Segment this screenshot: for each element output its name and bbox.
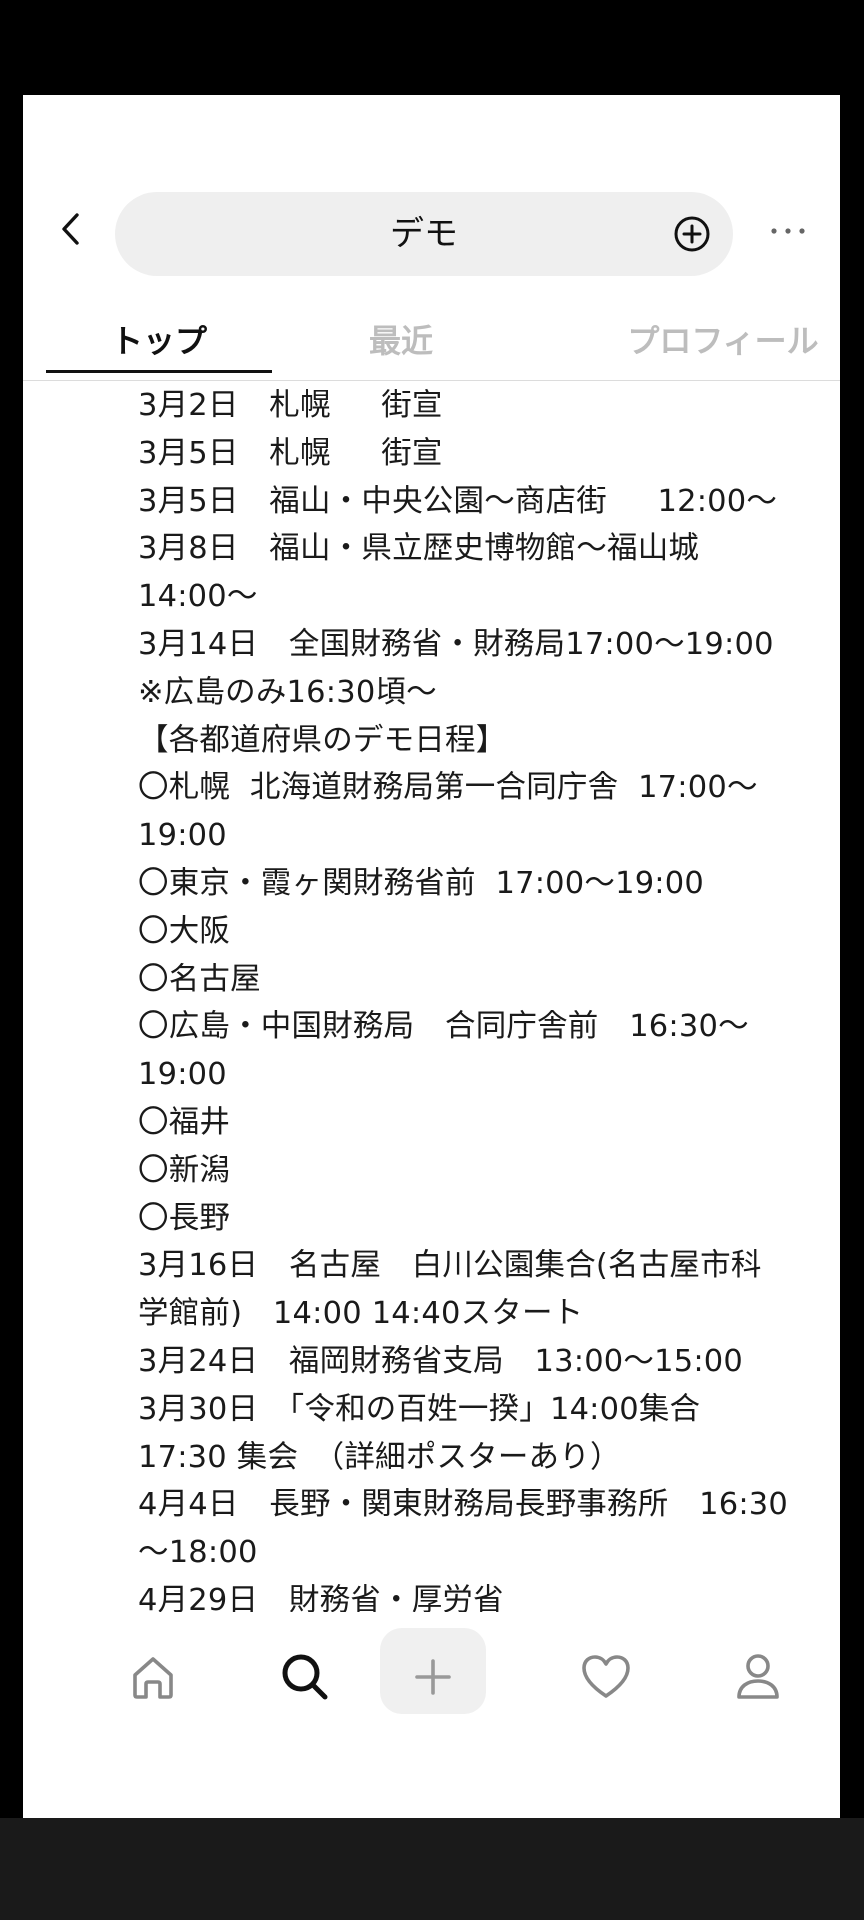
tab-recent[interactable]: 最近 — [296, 311, 506, 371]
home-icon — [133, 1657, 173, 1699]
post-line: 4月4日 長野・関東財務局長野事務所 16:30 — [138, 1487, 789, 1523]
system-nav-area — [0, 1818, 864, 1920]
post-line: 19:00 — [138, 818, 227, 854]
post-body: 3月2日 札幌 街宣 3月5日 札幌 街宣 3月5日 福山・中央公園〜商店街 1… — [138, 382, 838, 1612]
app-screen: デモ トップ 最近 プロフィール 3月2日 札幌 街宣 3月5日 札幌 街宣 3… — [23, 95, 840, 1818]
search-icon — [282, 1654, 328, 1700]
post-line: 3月14日 全国財務省・財務局17:00〜19:00 — [138, 626, 774, 662]
person-icon — [737, 1654, 779, 1699]
post-line: 〇新潟 — [138, 1152, 231, 1188]
post-line: 17:30 集会 （詳細ポスターあり） — [138, 1439, 621, 1475]
add-button[interactable] — [671, 213, 713, 255]
post-line: 3月5日 福山・中央公園〜商店街 12:00〜 — [138, 483, 778, 519]
heart-icon — [582, 1655, 630, 1698]
tabs-divider — [23, 380, 840, 381]
post-line: 3月5日 札幌 街宣 — [138, 435, 443, 471]
post-line: 19:00 — [138, 1057, 227, 1093]
back-button[interactable] — [49, 207, 93, 251]
post-line: 3月16日 名古屋 白川公園集合(名古屋市科 — [138, 1248, 762, 1284]
search-bar[interactable]: デモ — [115, 192, 733, 276]
plus-circle-icon — [674, 216, 710, 252]
post-line: 〇長野 — [138, 1200, 231, 1236]
nav-profile-button[interactable] — [713, 1632, 803, 1722]
nav-home[interactable] — [23, 1632, 113, 1722]
post-line: 【各都道府県のデモ日程】 — [138, 722, 507, 758]
post-line: ※広島のみ16:30頃〜 — [138, 674, 437, 710]
post-line: 〇広島・中国財務局 合同庁舎前 16:30〜 — [138, 1009, 749, 1045]
search-query: デモ — [390, 214, 458, 254]
post-line: 〇札幌 北海道財務局第一合同庁舎 17:00〜 — [138, 770, 758, 806]
post-line: 〜18:00 — [138, 1535, 258, 1571]
post-line: 14:00〜 — [138, 579, 258, 615]
chevron-left-icon — [62, 213, 79, 245]
more-horizontal-icon — [771, 228, 805, 234]
nav-create-icon-wrap[interactable] — [388, 1632, 478, 1722]
nav-search-button[interactable] — [260, 1632, 350, 1722]
post-line: 4月29日 財務省・厚労省 — [138, 1582, 504, 1612]
tab-bar: トップ 最近 プロフィール — [46, 311, 840, 373]
post-line: 3月8日 福山・県立歴史博物館〜福山城 — [138, 531, 700, 567]
plus-icon — [415, 1659, 451, 1695]
post-line: 学館前) 14:00 14:40スタート — [138, 1296, 584, 1332]
post-line: 〇名古屋 — [138, 961, 261, 997]
post-line: 〇福井 — [138, 1104, 231, 1140]
tab-top[interactable]: トップ — [46, 311, 272, 371]
nav-home-button[interactable] — [108, 1632, 198, 1722]
post-line: 3月24日 福岡財務省支局 13:00〜15:00 — [138, 1343, 744, 1379]
post-line: 3月2日 札幌 街宣 — [138, 388, 443, 423]
active-tab-indicator — [46, 370, 272, 373]
bottom-nav — [23, 1625, 840, 1735]
tab-profile[interactable]: プロフィール — [606, 311, 840, 371]
post-line: 3月30日 「令和の百姓一揆」14:00集合 — [138, 1391, 701, 1427]
post-line: 〇大阪 — [138, 913, 231, 949]
nav-activity-button[interactable] — [561, 1632, 651, 1722]
more-options-button[interactable] — [763, 213, 813, 249]
post-line: 〇東京・霞ヶ関財務省前 17:00〜19:00 — [138, 865, 704, 901]
